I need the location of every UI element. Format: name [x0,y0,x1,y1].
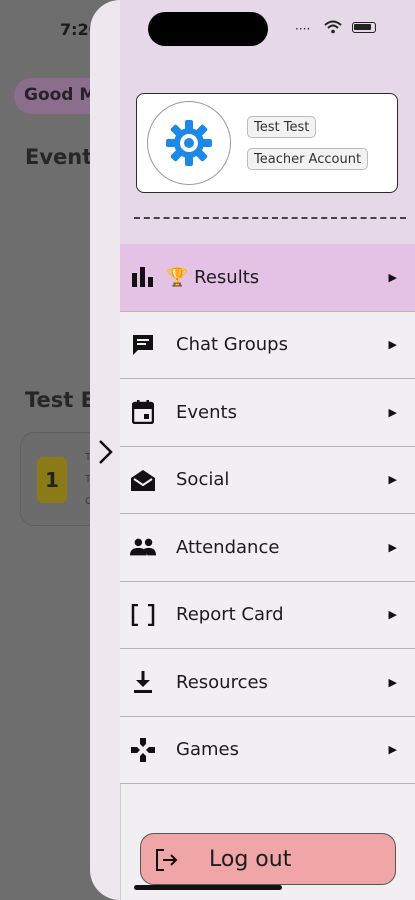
menu-item-games[interactable]: Games ▶ [120,716,415,784]
profile-name: Test Test [247,116,317,138]
bar-chart-icon [130,264,156,290]
chat-icon [130,332,156,358]
wifi-icon [324,20,342,34]
profile-card[interactable]: Test Test Teacher Account [136,93,398,193]
chevron-right-icon: ▶ [388,338,397,352]
chevron-right-icon: ▶ [388,473,397,487]
drawer-menu: 🏆 Results ▶ Chat Groups ▶ Events ▶ Socia… [120,244,415,784]
gamepad-icon [130,737,156,763]
people-icon [130,534,156,560]
avatar[interactable] [147,101,231,185]
menu-item-social[interactable]: Social ▶ [120,446,415,514]
menu-label: Games [176,739,239,761]
menu-item-attendance[interactable]: Attendance ▶ [120,514,415,582]
home-indicator [134,885,282,890]
menu-label: Resources [176,671,268,693]
event-badge: 1 [37,457,67,503]
profile-role: Teacher Account [247,148,369,170]
battery-icon [352,22,376,33]
chevron-right-icon: ▶ [388,540,397,554]
logout-label: Log out [209,847,292,872]
menu-item-report-card[interactable]: Report Card ▶ [120,581,415,649]
navigation-drawer: ···· Test Test Teacher Account 🏆 Results… [90,0,415,900]
menu-label: Chat Groups [176,334,288,356]
menu-label: 🏆 Results [166,266,260,288]
chevron-right-icon[interactable] [95,438,117,466]
logout-icon [156,849,178,871]
calendar-icon [130,399,156,425]
menu-item-resources[interactable]: Resources ▶ [120,649,415,717]
menu-label: Events [176,401,237,423]
envelope-open-icon [130,467,156,493]
menu-label: Attendance [176,536,280,558]
menu-item-chat-groups[interactable]: Chat Groups ▶ [120,311,415,379]
menu-item-results[interactable]: 🏆 Results ▶ [120,244,415,312]
chevron-right-icon: ▶ [388,743,397,757]
logout-button[interactable]: Log out [140,833,396,885]
brackets-icon [130,602,156,628]
chevron-right-icon: ▶ [388,405,397,419]
chevron-right-icon: ▶ [388,270,397,284]
cellular-signal-icon: ···· [295,22,311,36]
chevron-right-icon: ▶ [388,675,397,689]
menu-label: Report Card [176,604,284,626]
dynamic-island [148,12,268,46]
gear-icon [166,120,212,166]
menu-item-events[interactable]: Events ▶ [120,379,415,447]
chevron-right-icon: ▶ [388,608,397,622]
divider [134,217,406,219]
download-icon [130,669,156,695]
menu-label: Social [176,469,230,491]
